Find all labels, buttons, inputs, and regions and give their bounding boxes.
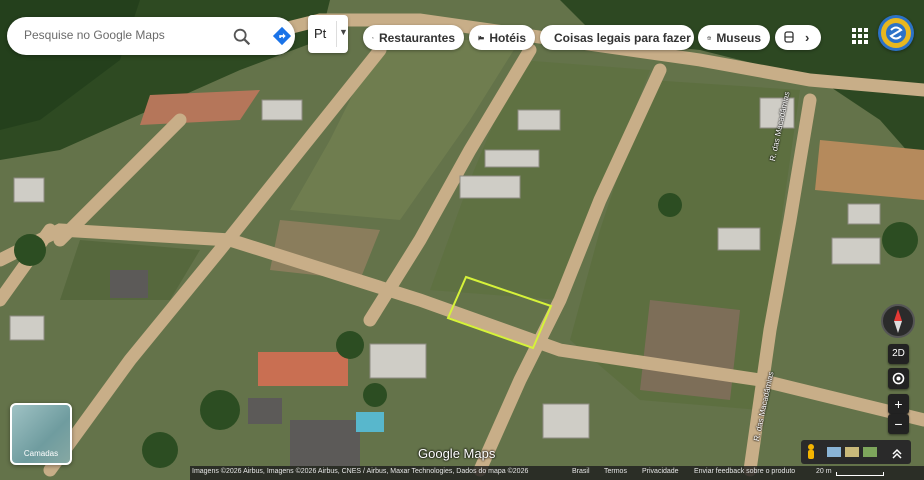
avatar[interactable]: [878, 15, 914, 51]
chip-label: Hotéis: [489, 30, 526, 45]
search-icon[interactable]: [231, 26, 253, 48]
divider: [336, 21, 337, 47]
apps-grid-icon[interactable]: [852, 28, 868, 44]
feedback-link[interactable]: Enviar feedback sobre o produto: [694, 468, 795, 475]
chevron-down-icon[interactable]: ▼: [339, 27, 348, 37]
imagery-thumbnail[interactable]: [845, 447, 859, 457]
museum-icon: [707, 35, 712, 40]
chip-label: Coisas legais para fazer: [554, 30, 691, 45]
zoom-in-button[interactable]: +: [888, 394, 909, 414]
hotel-icon: [478, 35, 484, 40]
my-location-button[interactable]: [888, 368, 909, 389]
compass-icon: [894, 309, 902, 333]
imagery-thumbnail[interactable]: [827, 447, 841, 457]
layers-label: Camadas: [23, 449, 59, 458]
chip-museums[interactable]: Museus: [698, 25, 770, 50]
scale-bar: [836, 472, 884, 476]
chevron-right-icon[interactable]: ›: [805, 30, 809, 45]
chip-label: Museus: [716, 30, 761, 45]
attribution-bar: Imagens ©2026 Airbus, Imagens ©2026 Airb…: [190, 466, 924, 480]
chip-restaurants[interactable]: Restaurantes: [363, 25, 464, 50]
zoom-out-button[interactable]: −: [888, 414, 909, 434]
view-mode-button[interactable]: 2D: [888, 344, 909, 364]
google-maps-logo: Google Maps: [418, 446, 496, 461]
chip-things-to-do[interactable]: Coisas legais para fazer: [540, 25, 694, 50]
compass-button[interactable]: [881, 304, 915, 338]
chip-hotels[interactable]: Hotéis: [469, 25, 535, 50]
restaurant-icon: [372, 36, 374, 39]
pegman-icon[interactable]: [808, 444, 814, 459]
search-input[interactable]: Pesquise no Google Maps: [24, 28, 165, 42]
terms-link[interactable]: Termos: [604, 468, 627, 475]
transit-icon: [784, 30, 794, 43]
location-target-icon: [892, 372, 905, 385]
scale-label[interactable]: 20 m: [816, 468, 832, 475]
privacy-link[interactable]: Privacidade: [642, 468, 679, 475]
chip-label: Restaurantes: [378, 30, 455, 45]
satellite-map[interactable]: [0, 0, 924, 480]
directions-icon[interactable]: [271, 25, 293, 47]
country-label[interactable]: Brasil: [572, 468, 590, 475]
profile-logo-icon: [881, 18, 911, 48]
attribution-text: Imagens ©2026 Airbus, Imagens ©2026 Airb…: [192, 468, 529, 475]
street-view-controls[interactable]: [801, 440, 911, 464]
language-selector[interactable]: Pt ▼: [308, 15, 348, 53]
expand-up-icon[interactable]: [892, 448, 902, 459]
layers-button[interactable]: Camadas: [10, 403, 72, 465]
language-label: Pt: [314, 26, 327, 41]
search-box[interactable]: Pesquise no Google Maps: [7, 17, 295, 55]
imagery-thumbnail[interactable]: [863, 447, 877, 457]
chip-transit[interactable]: ›: [775, 25, 821, 50]
